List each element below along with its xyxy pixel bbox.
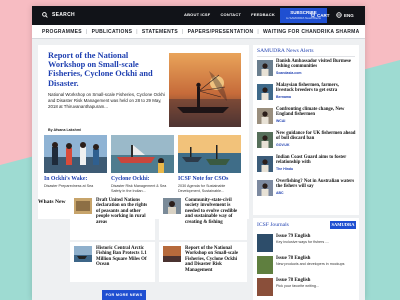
alert-source[interactable]: WCAI	[276, 119, 285, 123]
nav-papers[interactable]: PAPERS/PRESENTATION	[188, 29, 254, 35]
feature-summary: National Workshop on Small-scale Fisheri…	[48, 92, 165, 109]
news-title-1: Draft United Nations declaration on the …	[96, 198, 148, 225]
news-thumb-4	[163, 246, 181, 262]
language-label: ENG	[344, 12, 354, 18]
nav-statements[interactable]: STATEMENTS	[142, 29, 178, 35]
news-title-4: Report of the National Workshop on Small…	[185, 246, 238, 273]
nav-chandrika[interactable]: WAITING FOR CHANDRIKA SHARMA	[263, 29, 360, 35]
story-title-2[interactable]: Cyclone Ockhi:	[111, 176, 174, 182]
nav-separator: |	[257, 28, 259, 35]
alert-thumb[interactable]	[257, 60, 273, 76]
cart-button[interactable]: CART	[309, 12, 330, 18]
story-text-1: Disaster Preparedness at Sea	[44, 184, 94, 188]
alert-source[interactable]: Scandasia.com	[276, 71, 301, 75]
cart-label: CART	[317, 12, 330, 18]
story-title-1[interactable]: In Ockhi's Wake:	[44, 176, 107, 182]
news-thumb-2	[163, 198, 181, 214]
alert-title[interactable]: Indian Coast Guard aims to foster relati…	[276, 155, 356, 165]
journal-title[interactable]: Issue 78 English	[276, 278, 356, 283]
alert-title[interactable]: Overfishing? Not in Australian waters th…	[276, 179, 356, 189]
feature-image[interactable]	[169, 53, 241, 127]
top-bar: SEARCH ABOUT ICSF CONTACT FEEDBACK SUBSC…	[32, 6, 365, 25]
fishermen-photo	[44, 135, 107, 173]
alert-title[interactable]: New guidance for UK fishermen ahead of b…	[276, 131, 356, 141]
nav-programmes[interactable]: PROGRAMMES	[42, 29, 82, 35]
alert-thumb[interactable]	[257, 180, 273, 196]
story-image-3[interactable]	[178, 135, 241, 173]
nav-separator: |	[182, 28, 184, 35]
cart-icon	[309, 12, 315, 18]
globe-icon	[336, 12, 342, 18]
news-thumb-3	[74, 246, 92, 262]
alert-source[interactable]: The Hindu	[276, 167, 293, 171]
alert-title[interactable]: Danish Ambassador visited Burmese fishin…	[276, 59, 356, 69]
search-icon	[42, 12, 48, 18]
alerts-divider	[257, 56, 355, 57]
feature-card: Report of the National Workshop on Small…	[38, 45, 249, 219]
alert-thumb[interactable]	[257, 108, 273, 124]
news-card-2[interactable]: Community-state-civil society involvemen…	[159, 194, 247, 240]
news-thumb-1	[74, 198, 92, 214]
fishing-boat-photo	[111, 135, 174, 173]
link-about[interactable]: ABOUT ICSF	[184, 12, 210, 17]
alert-thumb[interactable]	[257, 84, 273, 100]
language-selector[interactable]: ENG	[336, 12, 354, 18]
story-text-2: Disaster Risk Management & Sea Safety in…	[111, 184, 167, 193]
story-image-1[interactable]	[44, 135, 107, 173]
news-title-3: Historic Central Arctic Fishing Ban Prot…	[96, 246, 147, 268]
journal-title[interactable]: Issue 78 English	[276, 256, 356, 261]
story-image-2[interactable]	[111, 135, 174, 173]
journal-title[interactable]: Issue 79 English	[276, 234, 356, 239]
harbour-boats-photo	[178, 135, 241, 173]
more-news-button[interactable]: FOR MORE NEWS	[102, 290, 146, 300]
nav-separator: |	[136, 28, 138, 35]
news-card-1[interactable]: Draft United Nations declaration on the …	[70, 194, 155, 240]
nav-publications[interactable]: PUBLICATIONS	[92, 29, 133, 35]
journal-cover[interactable]	[257, 234, 273, 252]
website-page: SEARCH ABOUT ICSF CONTACT FEEDBACK SUBSC…	[32, 6, 365, 300]
journal-text: New products and developers in mockups	[276, 262, 345, 266]
alert-thumb[interactable]	[257, 156, 273, 172]
news-card-4[interactable]: Report of the National Workshop on Small…	[159, 242, 247, 282]
link-feedback[interactable]: FEEDBACK	[251, 12, 275, 17]
search-label: SEARCH	[52, 12, 75, 18]
news-card-3[interactable]: Historic Central Arctic Fishing Ban Prot…	[70, 242, 155, 282]
samudra-logo: SAMUDRA	[330, 221, 356, 229]
journal-text: Key inclusive ways for fishers ....	[276, 240, 330, 244]
alert-title[interactable]: Confronting climate change, New England …	[276, 107, 356, 117]
fisherman-photo	[169, 53, 241, 127]
alert-source[interactable]: Bernama	[276, 95, 291, 99]
top-links: ABOUT ICSF CONTACT FEEDBACK	[184, 12, 275, 17]
journal-text: Pick your favorite writing...	[276, 284, 320, 288]
whats-new-heading: Whats New	[38, 199, 66, 205]
alert-source[interactable]: GOV.UK	[276, 143, 290, 147]
story-text-3: 2030 Agenda for Sustainable Development,…	[178, 184, 226, 193]
feature-title[interactable]: Report of the National Workshop on Small…	[48, 51, 166, 88]
alert-thumb[interactable]	[257, 132, 273, 148]
alert-title[interactable]: Malaysian fishermen, farmers, livestock …	[276, 83, 356, 93]
journal-cover[interactable]	[257, 278, 273, 296]
main-nav: PROGRAMMES | PUBLICATIONS | STATEMENTS | PA…	[32, 25, 365, 39]
news-title-2: Community-state-civil society involvemen…	[185, 198, 238, 225]
feature-byline: By Afsana Lakshmi	[48, 128, 82, 132]
alerts-heading: SAMUDRA News Alerts	[257, 48, 314, 54]
search-button[interactable]: SEARCH	[42, 12, 75, 18]
link-contact[interactable]: CONTACT	[220, 12, 241, 17]
journal-cover[interactable]	[257, 256, 273, 274]
nav-separator: |	[85, 28, 88, 35]
alert-source[interactable]: ABC	[276, 191, 284, 195]
journals-heading: ICSF Journals	[257, 222, 289, 228]
story-title-3[interactable]: ICSF Note for CSOs	[178, 176, 241, 182]
